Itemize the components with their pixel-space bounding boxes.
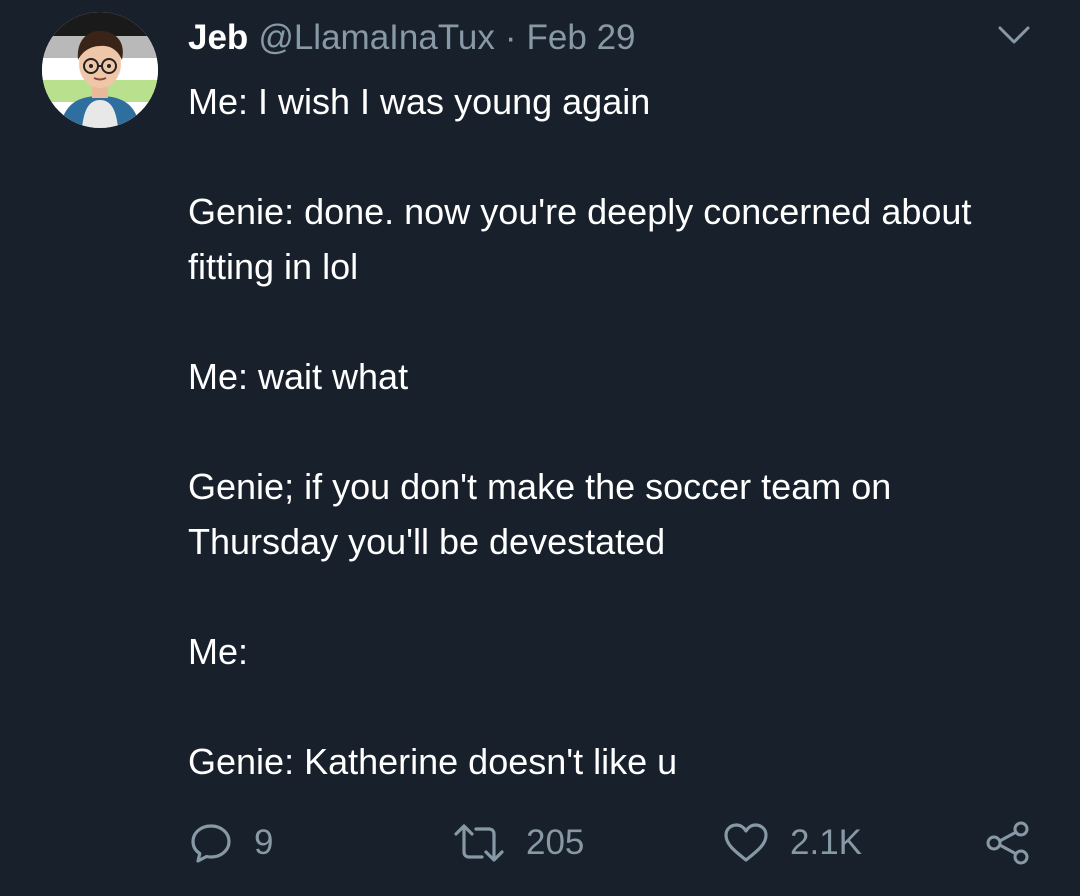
retweet-icon bbox=[454, 824, 504, 862]
tweet-text: Me: I wish I was young again Genie: done… bbox=[188, 74, 1038, 844]
share-button[interactable] bbox=[984, 818, 1032, 868]
like-button[interactable]: 2.1K bbox=[722, 818, 862, 868]
chevron-down-icon bbox=[998, 26, 1030, 44]
tweet-actions: 9 205 2.1K bbox=[0, 818, 1080, 868]
tweet-header: Jeb @LlamaInaTux · Feb 29 bbox=[188, 18, 636, 62]
display-name[interactable]: Jeb bbox=[188, 18, 248, 58]
tweet-paragraph: Genie: done. now you're deeply concerned… bbox=[188, 191, 972, 287]
retweet-count: 205 bbox=[526, 823, 585, 862]
tweet-paragraph: Genie: Katherine doesn't like u bbox=[188, 741, 678, 782]
reply-icon bbox=[191, 824, 231, 863]
retweet-button[interactable]: 205 bbox=[452, 818, 584, 868]
avatar-image bbox=[42, 12, 158, 128]
tweet-paragraph: Me: wait what bbox=[188, 356, 409, 397]
tweet-menu-button[interactable] bbox=[996, 20, 1032, 48]
reply-button[interactable]: 9 bbox=[188, 818, 273, 868]
like-count: 2.1K bbox=[790, 823, 862, 862]
avatar[interactable] bbox=[42, 12, 158, 128]
tweet-paragraph: Me: I wish I was young again bbox=[188, 81, 651, 122]
tweet-paragraph: Genie; if you don't make the soccer team… bbox=[188, 466, 892, 562]
share-icon bbox=[986, 821, 1029, 865]
separator-dot: · bbox=[504, 18, 517, 57]
user-handle[interactable]: @LlamaInaTux bbox=[258, 18, 495, 58]
tweet-date[interactable]: Feb 29 bbox=[527, 18, 636, 58]
reply-count: 9 bbox=[254, 823, 274, 862]
heart-icon bbox=[724, 823, 768, 862]
tweet-paragraph: Me: bbox=[188, 631, 249, 672]
